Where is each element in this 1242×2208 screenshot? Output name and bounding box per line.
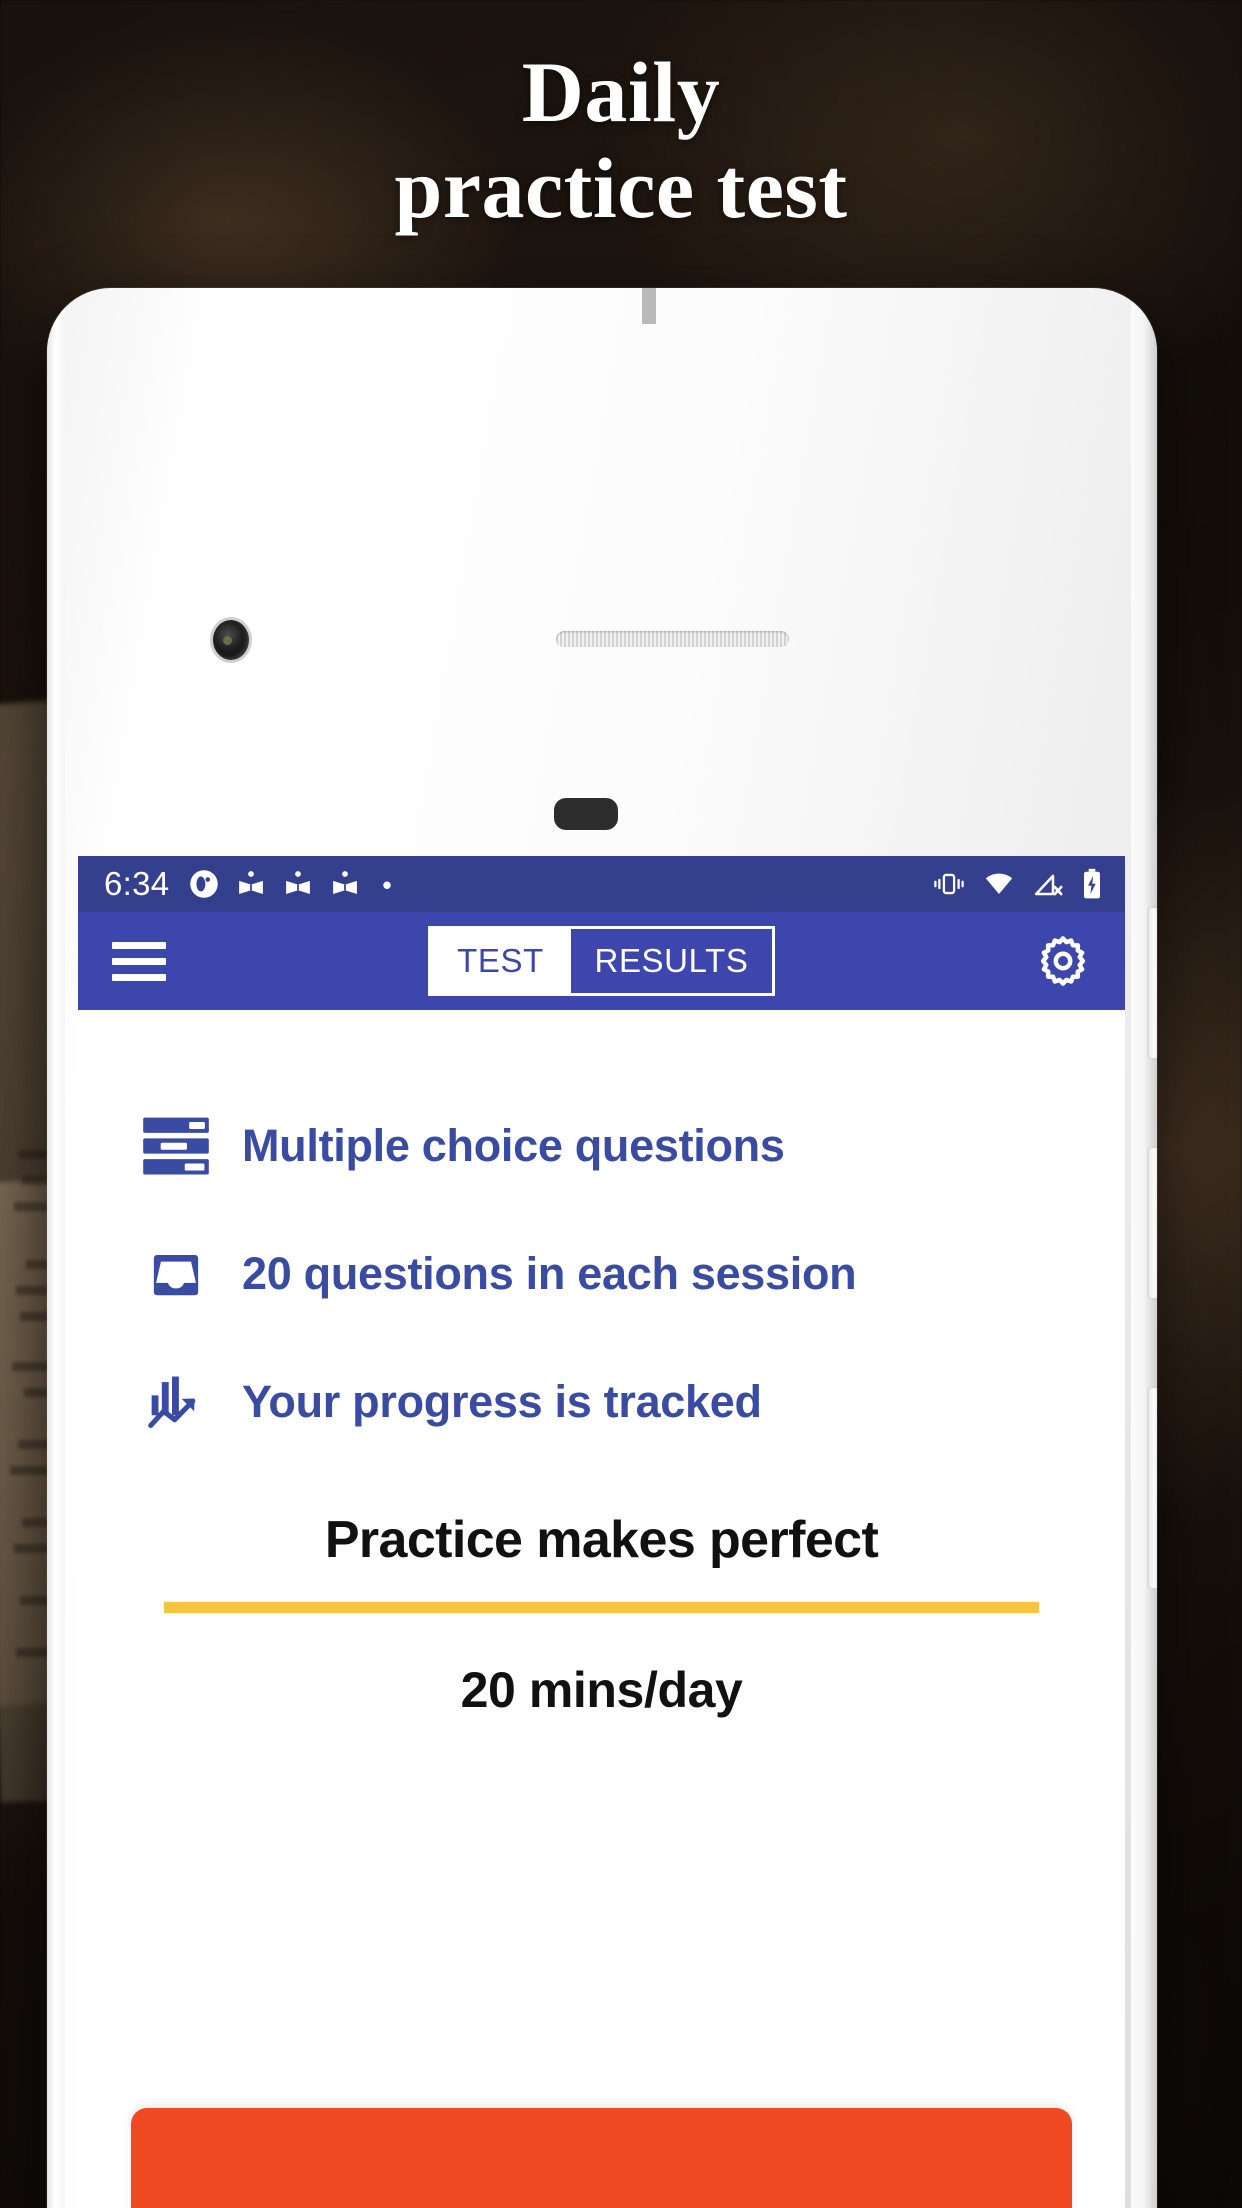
promo-block: Practice makes perfect 20 mins/day (78, 1510, 1125, 1719)
more-notifications-dot-icon (383, 881, 392, 889)
feature-label: 20 questions in each session (242, 1248, 857, 1300)
list-form-icon (138, 1115, 214, 1177)
phone-left-edge (47, 288, 65, 2208)
app-bar: TEST RESULTS (78, 912, 1125, 1010)
wifi-icon (985, 873, 1013, 894)
proximity-sensor (554, 798, 618, 830)
cellular-signal-off-icon (1034, 874, 1063, 896)
inbox-tray-icon (138, 1243, 214, 1305)
volume-button[interactable] (1149, 1148, 1157, 1298)
tab-bar: TEST RESULTS (427, 926, 776, 996)
antenna-line (642, 288, 656, 324)
feature-label: Multiple choice questions (242, 1120, 785, 1172)
earpiece-speaker (556, 631, 789, 647)
power-button[interactable] (1149, 1388, 1157, 1588)
volume-button[interactable] (1149, 908, 1157, 1058)
feature-item-questions-per-session: 20 questions in each session (78, 1210, 1125, 1338)
gear-icon[interactable] (1035, 933, 1091, 989)
promo-divider (164, 1602, 1039, 1613)
front-camera-icon (213, 620, 249, 660)
book-notification-icon (286, 871, 311, 894)
vibrate-icon (934, 873, 964, 895)
battery-charging-icon (1084, 868, 1100, 899)
status-notification-icons (189, 869, 932, 899)
feature-item-multiple-choice: Multiple choice questions (78, 1082, 1125, 1210)
page-title-line-2: practice test (394, 140, 848, 237)
progress-chart-icon (138, 1371, 214, 1433)
screen-content: Multiple choice questions 20 questions i… (78, 1010, 1125, 2208)
feature-item-progress-tracked: Your progress is tracked (78, 1338, 1125, 1466)
phone-screen: 6:34 TEST RESULTS Multiple choice questi… (78, 856, 1125, 2208)
tab-test[interactable]: TEST (430, 929, 571, 993)
page-title-line-1: Daily (521, 44, 721, 140)
phone-mockup: 6:34 TEST RESULTS Multiple choice questi… (47, 288, 1157, 2208)
status-bar: 6:34 (78, 856, 1125, 912)
page-title: Daily practice test (0, 44, 1242, 237)
hamburger-menu-icon[interactable] (112, 939, 166, 983)
book-notification-icon (333, 871, 358, 894)
tab-results[interactable]: RESULTS (570, 929, 773, 993)
app-notification-icon (190, 870, 219, 898)
promo-subtitle: 20 mins/day (460, 1662, 743, 1718)
promo-title: Practice makes perfect (324, 1511, 879, 1569)
feature-list: Multiple choice questions 20 questions i… (78, 1010, 1125, 1466)
cta-button[interactable] (131, 2108, 1072, 2208)
feature-label: Your progress is tracked (242, 1376, 762, 1428)
status-clock: 6:34 (104, 865, 170, 902)
status-system-icons (932, 868, 1103, 900)
book-notification-icon (239, 871, 264, 894)
